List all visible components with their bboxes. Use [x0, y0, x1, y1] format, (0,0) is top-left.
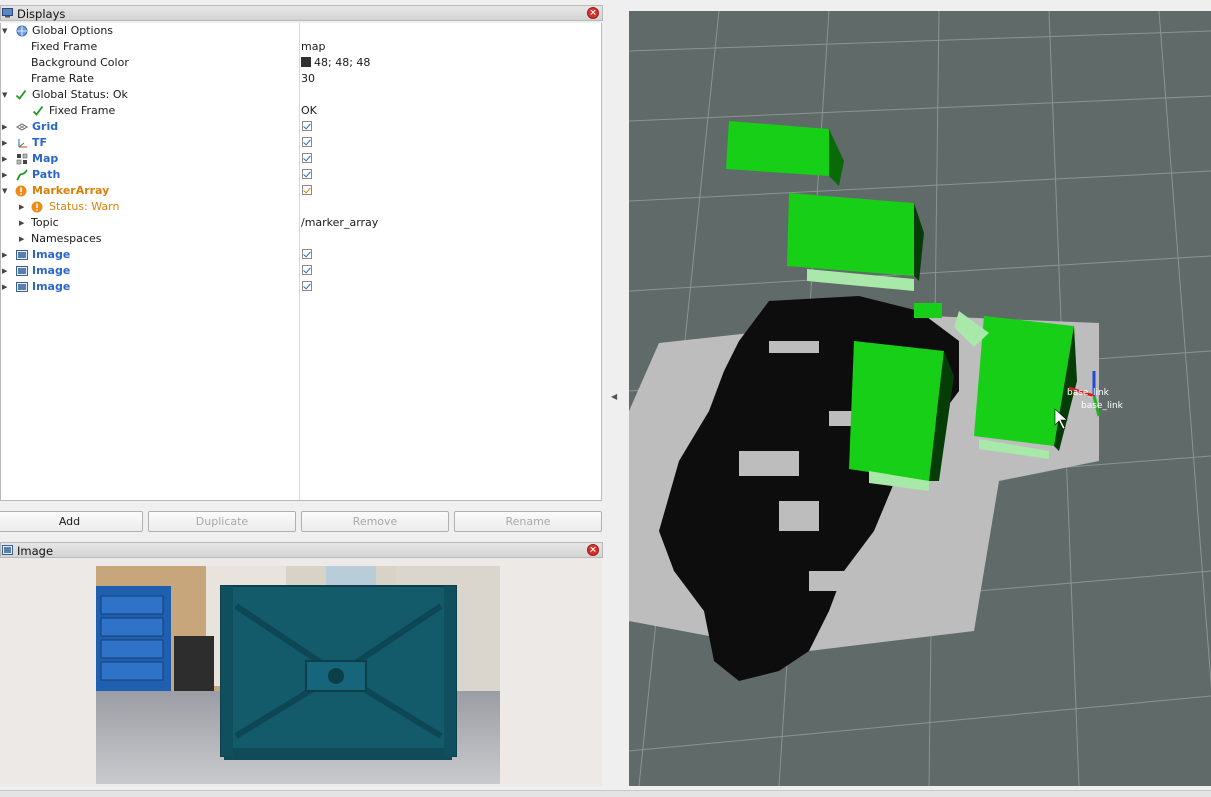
- tree-row-label: Namespaces: [31, 232, 102, 245]
- chevron-right-icon[interactable]: ▶: [2, 167, 7, 183]
- tree-row-image-1[interactable]: ▶ Image: [1, 247, 601, 263]
- tree-row-value[interactable]: map: [301, 39, 325, 55]
- tree-row-path[interactable]: ▶ Path: [1, 167, 601, 183]
- image-3-enable-checkbox[interactable]: [302, 281, 312, 291]
- tree-row-label: Global Status: Ok: [32, 88, 128, 101]
- tree-row-marker-array[interactable]: ▼ MarkerArray: [1, 183, 601, 199]
- tree-row-label: Frame Rate: [31, 72, 94, 85]
- chevron-down-icon[interactable]: ▼: [2, 23, 7, 39]
- tf-label-1: base_link: [1067, 388, 1110, 398]
- color-swatch: [301, 57, 311, 67]
- map-enable-checkbox[interactable]: [302, 153, 312, 163]
- checkmark-icon: [15, 89, 27, 100]
- background-color-value: 48; 48; 48: [314, 56, 371, 69]
- tree-row-value[interactable]: /marker_array: [301, 215, 378, 231]
- tree-row-image-3[interactable]: ▶ Image: [1, 279, 601, 295]
- tree-row-label: Topic: [31, 216, 59, 229]
- tree-row-label: Grid: [32, 120, 59, 133]
- displays-tree: ▼ Global Options Fixed Frame map Backgro…: [0, 23, 602, 501]
- globe-icon: [16, 25, 28, 37]
- grid-icon: [16, 123, 28, 131]
- image-2-enable-checkbox[interactable]: [302, 265, 312, 275]
- tree-row-label: Path: [32, 168, 61, 181]
- tree-row-image-2[interactable]: ▶ Image: [1, 263, 601, 279]
- add-button[interactable]: Add: [0, 511, 143, 532]
- tree-row-value[interactable]: 30: [301, 71, 315, 87]
- rename-button[interactable]: Rename: [454, 511, 602, 532]
- camera-image: [96, 566, 500, 784]
- chevron-right-icon[interactable]: ▶: [19, 231, 24, 247]
- tree-row-label: MarkerArray: [32, 184, 110, 197]
- 3d-scene: base_link base_link: [629, 11, 1211, 786]
- displays-close-button[interactable]: ×: [587, 7, 599, 19]
- tree-row-tf[interactable]: ▶ TF: [1, 135, 601, 151]
- tree-row-label: TF: [32, 136, 48, 149]
- tree-row-namespaces[interactable]: ▶ Namespaces: [1, 231, 601, 247]
- tree-row-label: Image: [32, 264, 71, 277]
- chevron-right-icon[interactable]: ▶: [2, 247, 7, 263]
- splitter-arrow-icon[interactable]: ◀: [611, 392, 617, 401]
- image-view: [0, 558, 602, 786]
- monitor-icon: [2, 8, 13, 18]
- image-icon: [16, 282, 28, 292]
- 3d-viewport[interactable]: base_link base_link: [629, 11, 1211, 786]
- tree-row-map[interactable]: ▶ Map: [1, 151, 601, 167]
- tree-row-label: Status: Warn: [49, 200, 120, 213]
- tree-row-global-status[interactable]: ▼ Global Status: Ok: [1, 87, 601, 103]
- marker-box-2: [787, 193, 924, 291]
- image-icon: [16, 266, 28, 276]
- remove-button[interactable]: Remove: [301, 511, 449, 532]
- tree-row-global-options[interactable]: ▼ Global Options: [1, 23, 601, 39]
- tree-row-label: Global Options: [32, 24, 114, 37]
- checkmark-icon: [32, 105, 44, 116]
- image-close-button[interactable]: ×: [587, 544, 599, 556]
- warning-icon: [15, 185, 27, 197]
- tree-row-label: Image: [32, 248, 71, 261]
- tree-row-fixed-frame-status[interactable]: Fixed Frame OK: [1, 103, 601, 119]
- map-icon: [16, 153, 28, 165]
- tree-row-grid[interactable]: ▶ Grid: [1, 119, 601, 135]
- tree-row-label: Fixed Frame: [49, 104, 116, 117]
- chevron-right-icon[interactable]: ▶: [2, 135, 7, 151]
- displays-panel-header: Displays ×: [0, 5, 603, 21]
- path-enable-checkbox[interactable]: [302, 169, 312, 179]
- chevron-right-icon[interactable]: ▶: [2, 119, 7, 135]
- marker-box-4: [974, 316, 1077, 459]
- tree-row-label: Image: [32, 280, 71, 293]
- grid-enable-checkbox[interactable]: [302, 121, 312, 131]
- chevron-right-icon[interactable]: ▶: [19, 215, 24, 231]
- tree-row-value: OK: [301, 104, 317, 117]
- duplicate-button[interactable]: Duplicate: [148, 511, 296, 532]
- displays-panel-title: Displays: [17, 7, 66, 21]
- chevron-right-icon[interactable]: ▶: [2, 263, 7, 279]
- chevron-right-icon[interactable]: ▶: [2, 151, 7, 167]
- tree-row-label: Fixed Frame: [31, 40, 98, 53]
- path-icon: [16, 169, 28, 181]
- tree-row-background-color[interactable]: Background Color 48; 48; 48: [1, 55, 601, 71]
- tree-row-label: Background Color: [31, 56, 129, 69]
- warning-icon: [31, 201, 43, 213]
- tree-row-fixed-frame[interactable]: Fixed Frame map: [1, 39, 601, 55]
- image-1-enable-checkbox[interactable]: [302, 249, 312, 259]
- chevron-right-icon[interactable]: ▶: [19, 199, 24, 215]
- image-panel-title: Image: [17, 544, 54, 558]
- image-icon: [2, 545, 13, 555]
- tree-row-label: Map: [32, 152, 59, 165]
- chevron-down-icon[interactable]: ▼: [2, 183, 7, 199]
- tree-row-value[interactable]: 48; 48; 48: [301, 55, 370, 71]
- tf-label-2: base_link: [1081, 401, 1124, 411]
- tf-enable-checkbox[interactable]: [302, 137, 312, 147]
- image-icon: [16, 250, 28, 260]
- tree-row-status-warn[interactable]: ▶ Status: Warn: [1, 199, 601, 215]
- tree-row-frame-rate[interactable]: Frame Rate 30: [1, 71, 601, 87]
- tree-row-topic[interactable]: ▶ Topic /marker_array: [1, 215, 601, 231]
- chevron-right-icon[interactable]: ▶: [2, 279, 7, 295]
- marker-box-3: [849, 341, 954, 491]
- chevron-down-icon[interactable]: ▼: [2, 87, 7, 103]
- marker-box-1: [726, 121, 844, 186]
- marker-array-enable-checkbox[interactable]: [302, 185, 312, 195]
- tf-axes-icon: [18, 139, 27, 148]
- image-panel-header: Image ×: [0, 542, 603, 558]
